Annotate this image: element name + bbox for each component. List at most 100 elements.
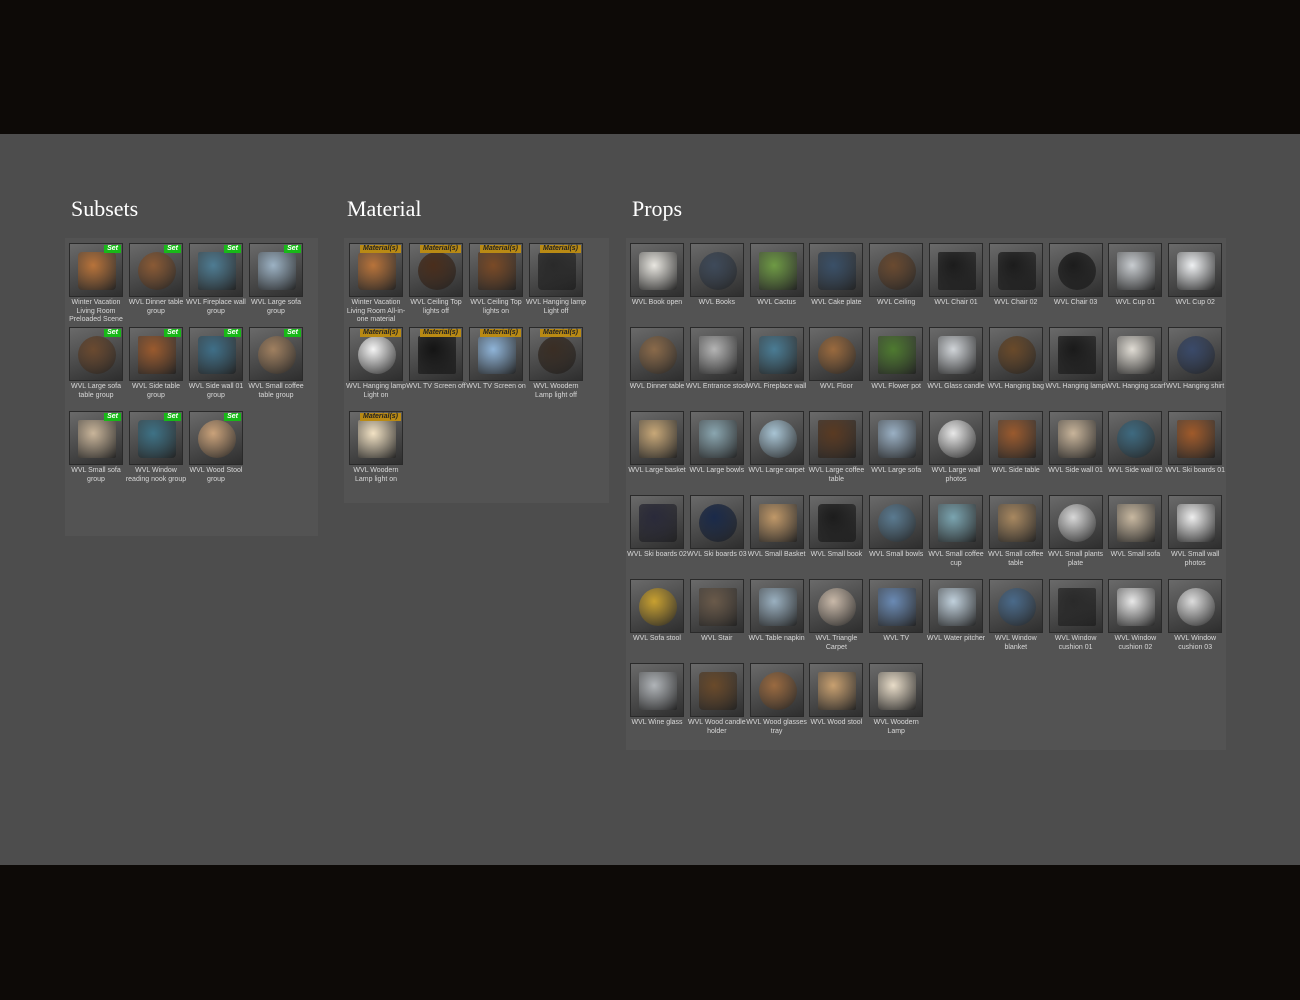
props-item[interactable]: WVL Small book: [807, 493, 867, 577]
subsets-thumbnail[interactable]: Set: [249, 243, 303, 297]
material-item[interactable]: Material(s) WVL TV Screen on: [466, 325, 527, 409]
props-item[interactable]: WVL Small sofa: [1106, 493, 1166, 577]
material-item[interactable]: Material(s) WVL Woodern Lamp light off: [527, 325, 587, 409]
material-item[interactable]: Material(s) WVL Hanging lamp Light off: [526, 241, 587, 325]
props-item[interactable]: WVL Large basket: [628, 409, 688, 493]
props-item[interactable]: WVL Dinner table: [628, 325, 688, 409]
props-thumbnail[interactable]: [988, 327, 1043, 381]
props-item[interactable]: WVL Water pitcher: [927, 577, 987, 661]
material-thumbnail[interactable]: Material(s): [529, 327, 583, 381]
props-item[interactable]: WVL Book open: [628, 241, 688, 325]
props-item[interactable]: WVL Small Basket: [748, 493, 808, 577]
props-item[interactable]: WVL Window cushion 02: [1106, 577, 1166, 661]
props-thumbnail[interactable]: [689, 243, 744, 297]
props-item[interactable]: WVL Window cushion 01: [1047, 577, 1107, 661]
props-thumbnail[interactable]: [928, 327, 983, 381]
props-thumbnail[interactable]: [1168, 243, 1223, 297]
material-thumbnail[interactable]: Material(s): [349, 411, 403, 465]
props-item[interactable]: WVL Wood stool: [807, 661, 867, 745]
props-item[interactable]: WVL Wood glasses tray: [746, 661, 808, 745]
props-thumbnail[interactable]: [630, 327, 684, 381]
props-thumbnail[interactable]: [988, 579, 1043, 633]
props-item[interactable]: WVL Large bowls: [688, 409, 748, 493]
props-thumbnail[interactable]: [809, 663, 864, 717]
props-item[interactable]: WVL Window cushion 03: [1166, 577, 1226, 661]
subsets-thumbnail[interactable]: Set: [69, 327, 123, 381]
props-thumbnail[interactable]: [689, 327, 744, 381]
props-thumbnail[interactable]: [1108, 411, 1163, 465]
subsets-item[interactable]: Set WVL Dinner table group: [127, 241, 187, 325]
props-item[interactable]: WVL Small coffee cup: [927, 493, 987, 577]
props-thumbnail[interactable]: [869, 579, 924, 633]
material-item[interactable]: Material(s) WVL Ceiling Top lights off: [407, 241, 467, 325]
props-thumbnail[interactable]: [630, 495, 684, 549]
props-thumbnail[interactable]: [928, 243, 983, 297]
props-thumbnail[interactable]: [928, 579, 983, 633]
props-thumbnail[interactable]: [869, 411, 924, 465]
material-item[interactable]: Material(s) WVL Ceiling Top lights on: [467, 241, 527, 325]
subsets-thumbnail[interactable]: Set: [129, 327, 183, 381]
material-item[interactable]: Material(s) WVL Hanging lamp Light on: [346, 325, 407, 409]
subsets-item[interactable]: Set Winter Vacation Living Room Preloaded…: [67, 241, 127, 325]
subsets-item[interactable]: Set WVL Fireplace wall group: [186, 241, 247, 325]
props-thumbnail[interactable]: [928, 411, 983, 465]
props-thumbnail[interactable]: [1168, 411, 1223, 465]
subsets-item[interactable]: Set WVL Large sofa group: [247, 241, 307, 325]
props-thumbnail[interactable]: [869, 495, 924, 549]
props-item[interactable]: WVL Large wall photos: [927, 409, 987, 493]
props-thumbnail[interactable]: [1168, 495, 1223, 549]
subsets-item[interactable]: Set WVL Wood Stool group: [187, 409, 247, 493]
props-thumbnail[interactable]: [809, 243, 864, 297]
props-item[interactable]: WVL TV: [867, 577, 927, 661]
props-item[interactable]: WVL Books: [688, 241, 748, 325]
props-thumbnail[interactable]: [1108, 243, 1163, 297]
props-thumbnail[interactable]: [689, 411, 744, 465]
props-thumbnail[interactable]: [749, 495, 804, 549]
material-thumbnail[interactable]: Material(s): [409, 327, 463, 381]
props-thumbnail[interactable]: [749, 243, 804, 297]
props-thumbnail[interactable]: [1048, 495, 1103, 549]
props-item[interactable]: WVL Small bowls: [867, 493, 927, 577]
props-item[interactable]: WVL Chair 02: [987, 241, 1047, 325]
props-item[interactable]: WVL Floor: [807, 325, 867, 409]
props-thumbnail[interactable]: [1108, 495, 1163, 549]
props-thumbnail[interactable]: [630, 663, 684, 717]
material-item[interactable]: Material(s) Winter Vacation Living Room A…: [347, 241, 407, 325]
subsets-item[interactable]: Set WVL Large sofa table group: [67, 325, 127, 409]
material-thumbnail[interactable]: Material(s): [349, 327, 403, 381]
material-thumbnail[interactable]: Material(s): [469, 327, 523, 381]
subsets-item[interactable]: Set WVL Small sofa group: [67, 409, 127, 493]
props-item[interactable]: WVL Ceiling: [867, 241, 927, 325]
props-thumbnail[interactable]: [749, 663, 804, 717]
props-item[interactable]: WVL Large coffee table: [807, 409, 867, 493]
props-thumbnail[interactable]: [749, 411, 804, 465]
subsets-thumbnail[interactable]: Set: [249, 327, 303, 381]
props-item[interactable]: WVL Small coffee table: [987, 493, 1047, 577]
props-thumbnail[interactable]: [1108, 327, 1163, 381]
material-thumbnail[interactable]: Material(s): [349, 243, 403, 297]
props-item[interactable]: WVL Side table: [987, 409, 1047, 493]
props-thumbnail[interactable]: [630, 411, 684, 465]
props-item[interactable]: WVL Wine glass: [628, 661, 688, 745]
props-thumbnail[interactable]: [1048, 579, 1103, 633]
props-thumbnail[interactable]: [869, 327, 924, 381]
props-thumbnail[interactable]: [1108, 579, 1163, 633]
props-item[interactable]: WVL Ski boards 03: [687, 493, 748, 577]
props-item[interactable]: WVL Woodern Lamp: [867, 661, 927, 745]
material-item[interactable]: Material(s) WVL Woodern Lamp light on: [347, 409, 407, 493]
props-thumbnail[interactable]: [689, 579, 744, 633]
props-thumbnail[interactable]: [988, 243, 1043, 297]
subsets-thumbnail[interactable]: Set: [129, 243, 183, 297]
props-thumbnail[interactable]: [689, 495, 744, 549]
subsets-thumbnail[interactable]: Set: [189, 243, 243, 297]
props-item[interactable]: WVL Chair 01: [927, 241, 987, 325]
props-thumbnail[interactable]: [1048, 243, 1103, 297]
props-item[interactable]: WVL Hanging scarf: [1105, 325, 1166, 409]
props-thumbnail[interactable]: [809, 579, 864, 633]
material-thumbnail[interactable]: Material(s): [529, 243, 583, 297]
props-thumbnail[interactable]: [749, 579, 804, 633]
props-item[interactable]: WVL Side wall 02: [1106, 409, 1166, 493]
props-item[interactable]: WVL Large sofa: [867, 409, 927, 493]
subsets-thumbnail[interactable]: Set: [129, 411, 183, 465]
props-thumbnail[interactable]: [869, 243, 924, 297]
